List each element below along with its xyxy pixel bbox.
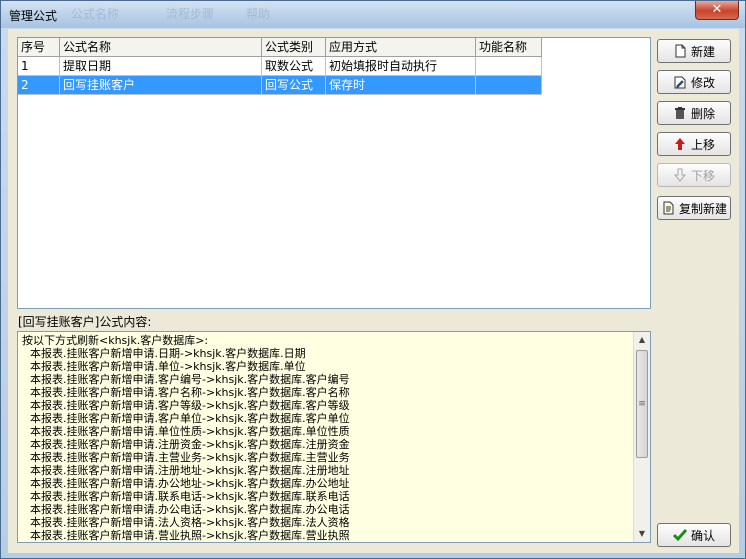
- modify-button-label: 修改: [690, 75, 715, 90]
- vertical-scrollbar[interactable]: ▲ ≡ ▼: [633, 332, 650, 542]
- copy-document-icon: [663, 201, 674, 215]
- title-bar[interactable]: 管理公式 公式名称 流程步骤 帮助 ✕: [1, 1, 745, 28]
- ghost-text: 公式名称: [71, 7, 120, 21]
- move-down-button[interactable]: 下移: [657, 163, 731, 187]
- check-icon: [672, 529, 687, 542]
- formula-line: 本报表.挂账客户新增申请.主营业务->khsjk.客户数据库.主营业务: [30, 451, 350, 464]
- new-button[interactable]: 新建: [657, 39, 731, 63]
- confirm-button-label: 确认: [690, 528, 715, 543]
- formula-content-text: 按以下方式刷新<khsjk.客户数据库>: 本报表.挂账客户新增申请.日期->kh…: [22, 334, 632, 542]
- cell-function: [476, 57, 542, 76]
- cell-apply-mode: 初始填报时自动执行: [326, 57, 476, 76]
- formula-line: 本报表.挂账客户新增申请.营业执照->khsjk.客户数据库.营业执照: [30, 529, 350, 542]
- copy-new-button[interactable]: 复制新建: [657, 196, 731, 220]
- cell-index: 2: [18, 76, 60, 95]
- formula-line: 本报表.挂账客户新增申请.办公电话->khsjk.客户数据库.办公电话: [30, 503, 350, 516]
- formula-line: 本报表.挂账客户新增申请.单位性质->khsjk.客户数据库.单位性质: [30, 425, 350, 438]
- move-up-button-label: 上移: [690, 137, 715, 152]
- formula-content-box[interactable]: 按以下方式刷新<khsjk.客户数据库>: 本报表.挂账客户新增申请.日期->kh…: [17, 331, 651, 543]
- cell-category: 取数公式: [262, 57, 326, 76]
- ghost-text: 流程步骤: [166, 7, 215, 21]
- new-document-icon: [675, 44, 686, 58]
- copy-new-button-label: 复制新建: [678, 201, 727, 216]
- formula-line: 本报表.挂账客户新增申请.办公地址->khsjk.客户数据库.办公地址: [30, 477, 350, 490]
- cell-name: 提取日期: [60, 57, 262, 76]
- cell-category: 回写公式: [262, 76, 326, 95]
- formula-content-label: [回写挂账客户]公式内容:: [18, 315, 152, 329]
- trash-icon: [674, 107, 685, 119]
- arrow-down-icon: [673, 168, 687, 182]
- formula-line: 本报表.挂账客户新增申请.日期->khsjk.客户数据库.日期: [30, 347, 306, 360]
- scroll-thumb[interactable]: ≡: [636, 350, 648, 458]
- formula-line: 本报表.挂账客户新增申请.单位->khsjk.客户数据库.单位: [30, 360, 306, 373]
- dialog-client: 序号 公式名称 公式类别 应用方式 功能名称 1 提取日期 取数公式 初始填报时…: [8, 29, 739, 553]
- move-up-button[interactable]: 上移: [657, 132, 731, 156]
- confirm-button[interactable]: 确认: [657, 523, 731, 547]
- cell-function: [476, 76, 542, 95]
- formula-line: 本报表.挂账客户新增申请.法人资格->khsjk.客户数据库.法人资格: [30, 516, 350, 529]
- table-row[interactable]: 1 提取日期 取数公式 初始填报时自动执行: [18, 57, 542, 76]
- cell-apply-mode: 保存时: [326, 76, 476, 95]
- formula-line: 本报表.挂账客户新增申请.注册地址->khsjk.客户数据库.注册地址: [30, 464, 350, 477]
- delete-button[interactable]: 删除: [657, 101, 731, 125]
- edit-document-icon: [674, 76, 686, 89]
- cell-name: 回写挂账客户: [60, 76, 262, 95]
- formula-line: 本报表.挂账客户新增申请.客户等级->khsjk.客户数据库.客户等级: [30, 399, 350, 412]
- manage-formula-window: 管理公式 公式名称 流程步骤 帮助 ✕ 序号 公式名称 公式类别 应用方式 功能…: [0, 0, 746, 559]
- move-down-button-label: 下移: [690, 168, 715, 183]
- window-title: 管理公式: [9, 9, 58, 23]
- formula-line: 本报表.挂账客户新增申请.注册资金->khsjk.客户数据库.注册资金: [30, 438, 350, 451]
- cell-index: 1: [18, 57, 60, 76]
- column-header-category[interactable]: 公式类别: [262, 38, 326, 57]
- column-header-apply-mode[interactable]: 应用方式: [326, 38, 476, 57]
- formula-line: 本报表.挂账客户新增申请.联系电话->khsjk.客户数据库.联系电话: [30, 490, 350, 503]
- arrow-up-icon: [674, 138, 685, 150]
- delete-button-label: 删除: [690, 106, 715, 121]
- formula-line: 本报表.挂账客户新增申请.客户编号->khsjk.客户数据库.客户编号: [30, 373, 350, 386]
- column-header-name[interactable]: 公式名称: [60, 38, 262, 57]
- table-row-selected[interactable]: 2 回写挂账客户 回写公式 保存时: [18, 76, 542, 95]
- scroll-up-icon[interactable]: ▲: [634, 332, 650, 348]
- formula-list[interactable]: 序号 公式名称 公式类别 应用方式 功能名称 1 提取日期 取数公式 初始填报时…: [17, 37, 651, 309]
- formula-line: 按以下方式刷新<khsjk.客户数据库>:: [22, 334, 209, 347]
- formula-line: 本报表.挂账客户新增申请.客户单位->khsjk.客户数据库.客户单位: [30, 412, 350, 425]
- modify-button[interactable]: 修改: [657, 70, 731, 94]
- ghost-text: 帮助: [246, 7, 271, 21]
- new-button-label: 新建: [690, 44, 715, 59]
- column-header-function[interactable]: 功能名称: [476, 38, 542, 57]
- formula-line: 本报表.挂账客户新增申请.客户名称->khsjk.客户数据库.客户名称: [30, 386, 350, 399]
- list-header: 序号 公式名称 公式类别 应用方式 功能名称: [18, 38, 542, 57]
- close-button[interactable]: ✕: [695, 1, 739, 20]
- column-header-index[interactable]: 序号: [18, 38, 60, 57]
- scroll-down-icon[interactable]: ▼: [634, 526, 650, 542]
